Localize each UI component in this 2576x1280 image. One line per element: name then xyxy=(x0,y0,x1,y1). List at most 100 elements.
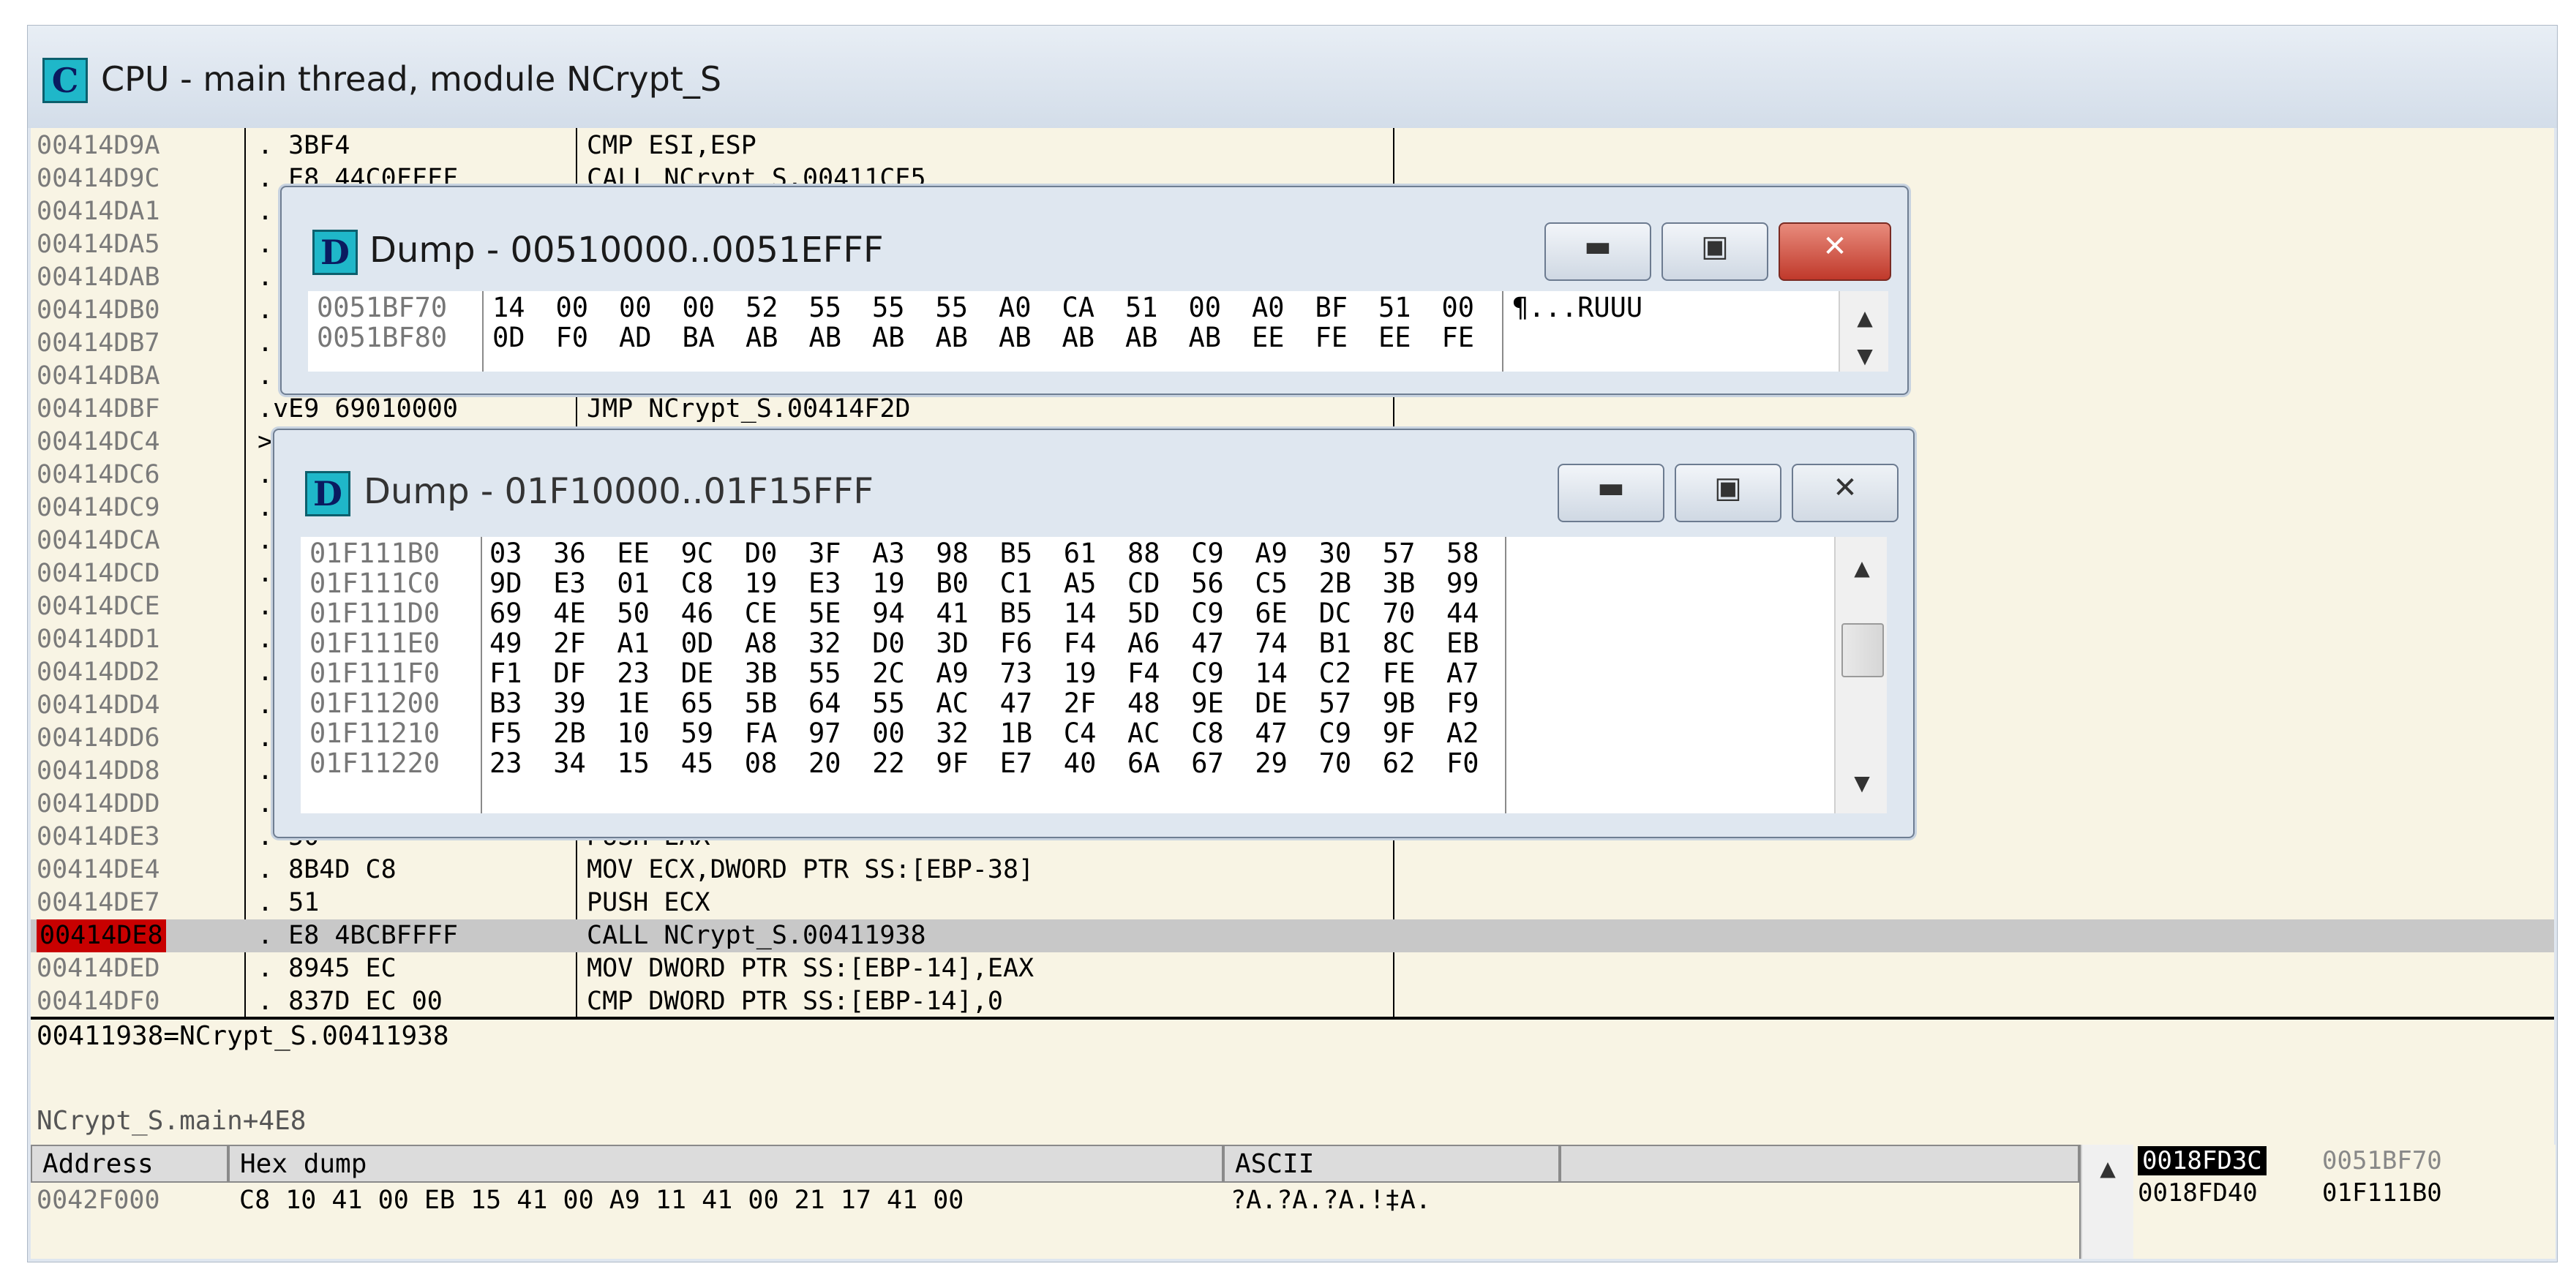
column-header-ascii[interactable]: ASCII xyxy=(1223,1145,1560,1183)
column-header-address[interactable]: Address xyxy=(31,1145,228,1183)
dump-byte: DF xyxy=(553,658,586,689)
disassembly-row[interactable]: 00414DF0 . 837D EC 00 CMP DWORD PTR SS:[EB… xyxy=(31,985,2554,1017)
dump-1-scrollbar[interactable]: ▲ ▼ xyxy=(1839,291,1888,372)
dump-byte: 55 xyxy=(935,292,969,323)
dump-2-content[interactable]: 01F11220 23 34 15 45 08 20 22 9F E7 40 6A 67 29 70 62 F0… xyxy=(301,537,1887,813)
dump-byte: 58 xyxy=(1446,538,1479,569)
dump-byte: 29 xyxy=(1255,748,1288,779)
scroll-up-arrow-icon[interactable]: ▲ xyxy=(1840,306,1888,330)
dump-byte: B1 xyxy=(1318,628,1352,659)
scroll-down-arrow-icon[interactable]: ▼ xyxy=(1840,344,1888,368)
hex-row-ascii: ?A.?A.?A.!‡A. xyxy=(1231,1186,1431,1215)
dump-byte: F5 xyxy=(489,718,522,749)
dump-byte: F0 xyxy=(555,322,589,353)
disassembly-row[interactable]: 00414DE4 . 8B4D C8 MOV ECX,DWORD PTR SS:[E… xyxy=(31,854,2554,886)
minimize-button[interactable]: ▬ xyxy=(1558,464,1664,522)
dump-byte: EB xyxy=(1446,628,1479,659)
dump-byte: 69 xyxy=(489,598,522,629)
dump-byte: 3F xyxy=(808,538,841,569)
scroll-down-arrow-icon[interactable]: ▼ xyxy=(1836,771,1887,795)
dump-byte: 9F xyxy=(1382,718,1416,749)
hex-dump-pane[interactable]: Address Hex dump ASCII 0042F000 C8 10 41… xyxy=(31,1145,2079,1259)
dump-byte: A6 xyxy=(1127,628,1160,659)
dump-byte: 94 xyxy=(872,598,905,629)
dump-byte: EE xyxy=(617,538,650,569)
dump-window-icon: D xyxy=(305,471,350,516)
stack-row-value: 0051BF70 xyxy=(2322,1146,2442,1175)
dump-byte: 41 xyxy=(936,598,969,629)
disassembly-hex: . xyxy=(258,592,274,621)
dump-window-1: D Dump - 00510000..0051EFFF ▬ ▣ ✕ 0051BF… xyxy=(280,186,1909,395)
maximize-button[interactable]: ▣ xyxy=(1661,222,1768,281)
minimize-button[interactable]: ▬ xyxy=(1544,222,1651,281)
dump-byte: 00 xyxy=(1188,292,1222,323)
dump-byte: 51 xyxy=(1125,292,1158,323)
dump-row-address: 0051BF70 xyxy=(317,292,448,323)
disassembly-row[interactable]: 00414DE8 . E8 4BCBFFFF CALL NCrypt_S.00411… xyxy=(31,919,2554,952)
maximize-button[interactable]: ▣ xyxy=(1675,464,1781,522)
dump-row-address: 0051BF80 xyxy=(317,322,448,353)
disassembly-row[interactable]: 00414DBF .vE9 69010000 JMP NCrypt_S.00414F… xyxy=(31,393,2554,426)
scroll-up-arrow-icon[interactable]: ▲ xyxy=(2082,1156,2133,1181)
close-button[interactable]: ✕ xyxy=(1779,222,1891,281)
dump-byte: EE xyxy=(1378,322,1411,353)
disassembly-address: 00414DDD xyxy=(37,789,160,818)
disassembly-hex: . xyxy=(258,460,274,489)
close-icon: ✕ xyxy=(1822,230,1847,263)
dump-byte: B3 xyxy=(489,688,522,719)
dump-byte: 55 xyxy=(808,292,842,323)
disassembly-address: 00414DBA xyxy=(37,361,160,391)
dump-1-content[interactable]: 0051BF80 0D F0 AD BA AB AB AB AB AB AB AB AB EE FE EE FE… xyxy=(308,291,1888,372)
stack-row-address[interactable]: 0018FD40 xyxy=(2138,1178,2258,1208)
disassembly-address: 00414DD1 xyxy=(37,625,160,654)
maximize-icon: ▣ xyxy=(1714,471,1742,505)
disassembly-row[interactable]: 00414D9A . 3BF4 CMP ESI,ESP xyxy=(31,129,2554,162)
dump-byte: AB xyxy=(935,322,969,353)
disassembly-hex: .vE9 69010000 xyxy=(258,394,458,423)
disassembly-hex: . xyxy=(258,263,274,292)
dump-byte: C8 xyxy=(680,568,714,599)
scroll-up-arrow-icon[interactable]: ▲ xyxy=(1836,556,1887,580)
dump-byte: 00 xyxy=(619,292,652,323)
disassembly-instruction: JMP NCrypt_S.00414F2D xyxy=(587,394,911,423)
dump-byte: C4 xyxy=(1063,718,1097,749)
dump-byte: 99 xyxy=(1446,568,1479,599)
cpu-window-icon: C xyxy=(42,58,88,103)
dump-byte: 57 xyxy=(1318,688,1352,719)
dump-byte: E3 xyxy=(553,568,586,599)
dump-byte: A1 xyxy=(617,628,650,659)
dump-byte: 9B xyxy=(1382,688,1416,719)
dump-byte: CE xyxy=(744,598,778,629)
stack-row-address[interactable]: 0018FD3C xyxy=(2138,1146,2267,1175)
dump-byte: 30 xyxy=(1318,538,1352,569)
dump-byte: FE xyxy=(1441,322,1475,353)
dump-2-scrollbar[interactable]: ▲ ▼ xyxy=(1834,537,1887,813)
dump-byte: A0 xyxy=(999,292,1032,323)
disassembly-hex: > xyxy=(258,427,274,456)
disassembly-address: 00414DD2 xyxy=(37,658,160,687)
disassembly-address: 00414DCD xyxy=(37,559,160,588)
disassembly-address: 00414D9A xyxy=(37,131,160,160)
disassembly-row[interactable]: 00414DE7 . 51 PUSH ECX xyxy=(31,886,2554,919)
disassembly-hex: . xyxy=(258,756,274,786)
dump-row-address: 01F111F0 xyxy=(309,658,440,689)
close-button[interactable]: ✕ xyxy=(1792,464,1899,522)
dump-byte: A9 xyxy=(1255,538,1288,569)
dump-column-divider xyxy=(1502,291,1503,372)
dump-byte: FA xyxy=(744,718,778,749)
cpu-titlebar[interactable]: C CPU - main thread, module NCrypt_S xyxy=(28,26,2557,128)
dump-byte: E3 xyxy=(808,568,841,599)
disassembly-instruction: MOV ECX,DWORD PTR SS:[EBP-38] xyxy=(587,855,1034,884)
dump-byte: A9 xyxy=(936,658,969,689)
dump-byte: C2 xyxy=(1318,658,1352,689)
disassembly-row[interactable]: 00414DED . 8945 EC MOV DWORD PTR SS:[EBP-1… xyxy=(31,952,2554,985)
dump-byte: AB xyxy=(1125,322,1158,353)
column-header-hex-dump[interactable]: Hex dump xyxy=(228,1145,1223,1183)
stack-pane[interactable]: ▲ 0018FD3C 0051BF70 0018FD40 01F111B0 xyxy=(2079,1145,2556,1259)
scrollbar-thumb[interactable] xyxy=(1841,623,1884,677)
disassembly-hex: . 8945 EC xyxy=(258,954,397,983)
stack-scrollbar[interactable]: ▲ xyxy=(2081,1145,2133,1259)
disassembly-hex: . 3BF4 xyxy=(258,131,350,160)
dump-byte: 45 xyxy=(680,748,714,779)
dump-byte: 36 xyxy=(553,538,586,569)
